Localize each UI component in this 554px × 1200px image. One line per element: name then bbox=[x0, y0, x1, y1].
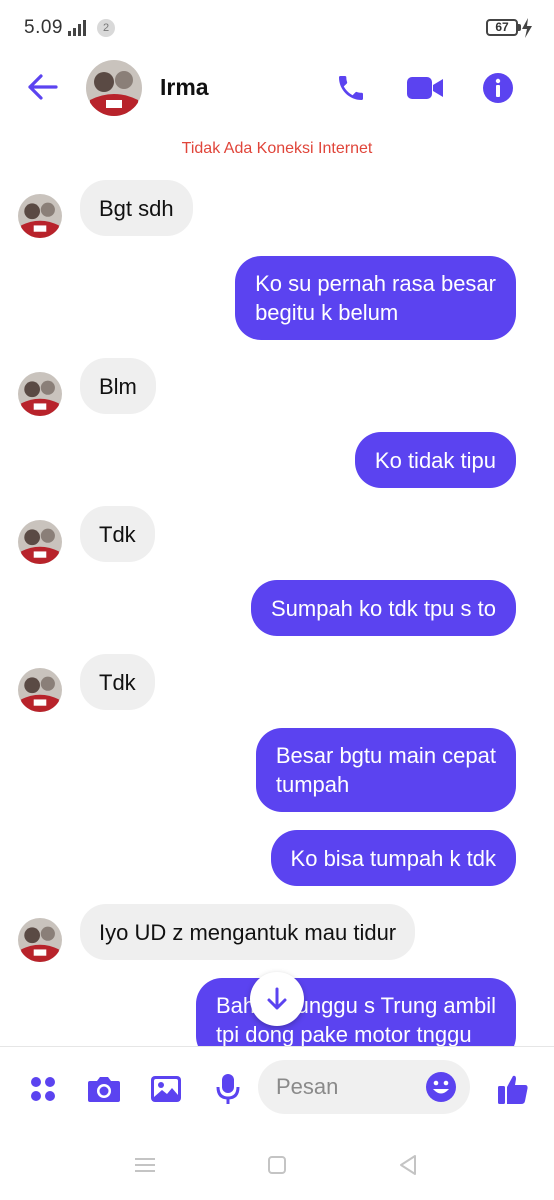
message-text: Blm bbox=[99, 373, 137, 399]
message-text-line: Besar bgtu main cepat bbox=[275, 743, 496, 768]
scroll-to-bottom-button[interactable] bbox=[250, 972, 304, 1026]
camera-button[interactable] bbox=[84, 1069, 124, 1109]
status-time: 5.09 bbox=[24, 17, 63, 38]
avatar-image bbox=[18, 668, 62, 712]
emoji-button[interactable] bbox=[422, 1068, 460, 1106]
message-text-line: tpi dong pake motor tnggu bbox=[215, 1022, 472, 1046]
info-icon bbox=[483, 73, 513, 103]
send-like-button[interactable] bbox=[493, 1069, 533, 1109]
message-text: Ko tidak tipu bbox=[374, 447, 496, 473]
message-text: Tdk bbox=[99, 669, 136, 695]
message-list[interactable]: Bgt sdh Ko su pernah rasa besar begitu k… bbox=[0, 170, 554, 1046]
triangle-back-icon bbox=[400, 1155, 416, 1175]
message-text-line: Ko su pernah rasa besar bbox=[255, 271, 496, 296]
message-bubble-incoming[interactable]: Bgt sdh bbox=[80, 180, 193, 236]
message-bubble-incoming[interactable]: Blm bbox=[80, 358, 156, 414]
video-call-button[interactable] bbox=[405, 68, 445, 108]
back-arrow-icon bbox=[28, 74, 58, 100]
back-button[interactable] bbox=[26, 70, 60, 104]
recent-apps-icon bbox=[135, 1158, 155, 1172]
status-bar: 5.09 2 67 bbox=[0, 0, 554, 56]
gallery-button[interactable] bbox=[146, 1069, 186, 1109]
contact-avatar[interactable] bbox=[86, 60, 142, 116]
home-button[interactable] bbox=[262, 1150, 292, 1180]
phone-icon bbox=[339, 76, 363, 100]
video-camera-icon bbox=[407, 77, 443, 99]
message-bubble-outgoing[interactable]: Besar bgtu main cepat tumpah bbox=[255, 728, 516, 812]
message-bubble-outgoing[interactable]: Sumpah ko tdk tpu s to bbox=[250, 580, 516, 636]
emoji-icon bbox=[426, 1072, 456, 1102]
message-text: Sumpah ko tdk tpu s to bbox=[270, 595, 496, 621]
message-input-container[interactable] bbox=[258, 1060, 470, 1114]
message-bubble-incoming[interactable]: Iyo UD z mengantuk mau tidur bbox=[80, 904, 416, 960]
no-connection-warning: Tidak Ada Koneksi Internet bbox=[181, 140, 373, 157]
message-bubble-outgoing[interactable]: Ko tidak tipu bbox=[354, 432, 516, 488]
avatar-image bbox=[86, 60, 142, 116]
system-back-button[interactable] bbox=[393, 1150, 423, 1180]
avatar-image bbox=[18, 918, 62, 962]
voice-message-button[interactable] bbox=[208, 1069, 248, 1109]
avatar-image bbox=[18, 520, 62, 564]
recent-apps-button[interactable] bbox=[130, 1150, 160, 1180]
menu-dots-icon bbox=[31, 1077, 55, 1101]
conversation-info-button[interactable] bbox=[478, 68, 518, 108]
message-text-line: begitu k belum bbox=[255, 300, 399, 325]
message-bubble-incoming[interactable]: Tdk bbox=[80, 506, 155, 562]
message-bubble-incoming[interactable]: Tdk bbox=[80, 654, 155, 710]
message-bubble-outgoing[interactable]: Ko bisa tumpah k tdk bbox=[270, 830, 516, 886]
system-navigation-bar bbox=[0, 1128, 554, 1200]
sender-avatar[interactable] bbox=[18, 372, 62, 416]
more-actions-button[interactable] bbox=[23, 1069, 63, 1109]
message-text: Ko bisa tumpah k tdk bbox=[290, 845, 496, 871]
avatar-image bbox=[18, 194, 62, 238]
message-composer bbox=[0, 1046, 554, 1128]
sender-avatar[interactable] bbox=[18, 194, 62, 238]
scroll-down-arrow-icon bbox=[267, 987, 287, 1010]
sender-avatar[interactable] bbox=[18, 668, 62, 712]
battery-level: 67 bbox=[486, 19, 518, 36]
sender-avatar[interactable] bbox=[18, 520, 62, 564]
signal-strength-icon bbox=[68, 20, 86, 36]
message-text: Iyo UD z mengantuk mau tidur bbox=[99, 919, 397, 945]
chat-header: Irma bbox=[0, 56, 554, 120]
sender-avatar[interactable] bbox=[18, 918, 62, 962]
message-input[interactable] bbox=[276, 1060, 426, 1114]
sim-badge: 2 bbox=[97, 19, 115, 37]
message-text: Bgt sdh bbox=[99, 195, 174, 221]
message-text-line: tumpah bbox=[275, 772, 350, 797]
message-text: Tdk bbox=[99, 521, 136, 547]
message-bubble-outgoing[interactable]: Bah ko tunggu s Trung ambil tpi dong pak… bbox=[195, 978, 516, 1046]
thumbs-up-icon bbox=[498, 1075, 528, 1104]
voice-call-button[interactable] bbox=[331, 68, 371, 108]
camera-icon bbox=[88, 1077, 120, 1102]
microphone-icon bbox=[216, 1074, 240, 1104]
charging-bolt-icon bbox=[522, 18, 532, 38]
image-icon bbox=[151, 1076, 181, 1102]
message-bubble-outgoing[interactable]: Ko su pernah rasa besar begitu k belum bbox=[235, 256, 516, 340]
contact-name[interactable]: Irma bbox=[160, 74, 209, 101]
home-icon bbox=[268, 1156, 286, 1174]
avatar-image bbox=[18, 372, 62, 416]
